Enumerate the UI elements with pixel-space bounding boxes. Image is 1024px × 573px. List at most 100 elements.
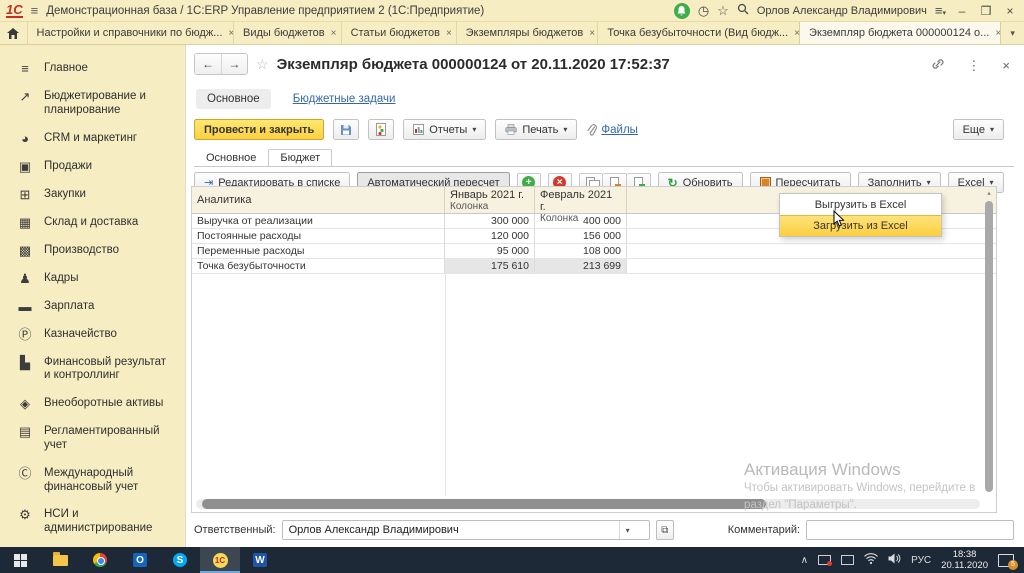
sidebar-item-salary[interactable]: ▬Зарплата: [14, 293, 185, 321]
subtab-main[interactable]: Основное: [194, 149, 268, 167]
menu-item-export-excel[interactable]: Выгрузить в Excel: [780, 194, 941, 215]
minimize-button[interactable]: –: [954, 4, 970, 18]
excel-dropdown-menu: Выгрузить в Excel Загрузить из Excel: [779, 193, 942, 237]
sidebar-item-main[interactable]: ≡Главное: [14, 55, 185, 83]
outlook-button[interactable]: O: [120, 547, 160, 573]
paperclip-icon: [586, 124, 597, 136]
caret-down-icon: ▾: [563, 125, 567, 134]
skype-button[interactable]: S: [160, 547, 200, 573]
print-button[interactable]: Печать▾: [495, 119, 577, 140]
file-explorer-button[interactable]: [40, 547, 80, 573]
1c-app-button[interactable]: 1С: [200, 547, 240, 573]
post-document-button[interactable]: [368, 119, 394, 140]
post-and-close-button[interactable]: Провести и закрыть: [194, 119, 324, 140]
sidebar-item-crm[interactable]: ◕CRM и маркетинг: [14, 125, 185, 153]
main-menu-icon[interactable]: ≡: [31, 3, 39, 18]
open-windows-tabbar: Настройки и справочники по бюдж...× Виды…: [0, 22, 1024, 45]
reports-button[interactable]: Отчеты▾: [403, 119, 486, 140]
table-row[interactable]: Переменные расходы 95 000 108 000: [192, 244, 996, 259]
comment-input[interactable]: [807, 521, 1011, 539]
sidebar-item-ifrs[interactable]: ⒸМеждународный финансовый учет: [14, 460, 185, 502]
comment-field: [806, 520, 1014, 540]
sidebar-item-sales[interactable]: ▣Продажи: [14, 153, 185, 181]
window-title: Демонстрационная база / 1С:ERP Управлени…: [46, 5, 484, 17]
back-button[interactable]: ←: [195, 54, 221, 74]
volume-icon[interactable]: [888, 553, 901, 567]
settings-gear-icon: ⚙: [16, 508, 34, 522]
document-title: Экземпляр бюджета 000000124 от 20.11.202…: [277, 56, 670, 73]
action-center-icon[interactable]: 5: [998, 554, 1014, 567]
column-header-analytics[interactable]: Аналитика: [192, 187, 445, 213]
tab-budget-types[interactable]: Виды бюджетов×: [233, 22, 341, 44]
responsible-dropdown-icon[interactable]: ▾: [619, 521, 636, 539]
current-user[interactable]: Орлов Александр Владимирович: [757, 5, 927, 17]
more-button[interactable]: Еще▾: [953, 119, 1004, 140]
tab-budget-settings[interactable]: Настройки и справочники по бюдж...×: [27, 22, 233, 44]
start-button[interactable]: [0, 547, 40, 573]
close-tab-icon[interactable]: ×: [589, 28, 595, 39]
open-responsible-button[interactable]: ⧉: [656, 520, 674, 540]
menu-item-import-excel[interactable]: Загрузить из Excel: [780, 215, 941, 236]
home-icon[interactable]: [0, 22, 27, 44]
vertical-scroll-thumb[interactable]: [985, 201, 993, 492]
wifi-icon[interactable]: [864, 553, 878, 567]
responsible-combo: ▾: [282, 520, 650, 540]
favorite-star-icon[interactable]: ☆: [256, 56, 269, 73]
sidebar-item-assets[interactable]: ◈Внеоборотные активы: [14, 390, 185, 418]
tab-budget-instance-124[interactable]: Экземпляр бюджета 000000124 о...×: [799, 22, 1001, 44]
tray-app-icon[interactable]: [818, 555, 831, 565]
vertical-scrollbar[interactable]: ▴: [984, 189, 994, 496]
windows-logo-icon: [14, 554, 27, 567]
sidebar-item-purchases[interactable]: ⊞Закупки: [14, 181, 185, 209]
sidebar-item-hr[interactable]: ♟Кадры: [14, 265, 185, 293]
finresult-icon: ▙: [16, 356, 34, 370]
subtab-budget[interactable]: Бюджет: [268, 149, 332, 167]
sidebar-item-production[interactable]: ▩Производство: [14, 237, 185, 265]
column-header-january[interactable]: Январь 2021 г.Колонка: [445, 187, 535, 213]
get-link-icon[interactable]: [931, 57, 945, 74]
language-indicator[interactable]: РУС: [911, 555, 931, 566]
service-menu-icon[interactable]: ≡▾: [935, 3, 946, 18]
search-icon[interactable]: [737, 3, 749, 18]
salary-icon: ▬: [16, 300, 34, 314]
treasury-icon: Ⓟ: [16, 328, 34, 342]
save-button[interactable]: [333, 119, 359, 140]
files-link[interactable]: Файлы: [586, 124, 638, 136]
horizontal-scrollbar[interactable]: [196, 499, 980, 509]
forward-button[interactable]: →: [221, 54, 247, 74]
nav-main-chip[interactable]: Основное: [196, 89, 271, 109]
sidebar-item-budgeting[interactable]: ↗Бюджетирование и планирование: [14, 83, 185, 125]
close-tab-icon[interactable]: ×: [446, 28, 452, 39]
close-form-icon[interactable]: ×: [1002, 58, 1010, 73]
tab-breakeven-budget-type[interactable]: Точка безубыточности (Вид бюдж...×: [597, 22, 799, 44]
taskbar-clock[interactable]: 18:3820.11.2020: [941, 549, 988, 572]
favorites-star-icon[interactable]: ☆: [717, 3, 729, 19]
table-row-breakeven[interactable]: Точка безубыточности 175 610 213 699: [192, 259, 996, 274]
history-icon[interactable]: ◷: [698, 3, 709, 19]
screen: 1С ≡ Демонстрационная база / 1С:ERP Упра…: [0, 0, 1024, 573]
horizontal-scroll-thumb[interactable]: [202, 499, 766, 509]
tray-display-icon[interactable]: [841, 555, 854, 565]
notifications-bell-icon[interactable]: [674, 3, 690, 19]
sidebar-item-treasury[interactable]: ⓅКазначейство: [14, 321, 185, 349]
close-window-button[interactable]: ×: [1002, 4, 1018, 18]
tab-budget-instances[interactable]: Экземпляры бюджетов×: [456, 22, 598, 44]
responsible-input[interactable]: [283, 521, 619, 539]
tab-overflow-icon[interactable]: ▾: [1001, 22, 1024, 44]
sidebar-item-nsi-admin[interactable]: ⚙НСИ и администрирование: [14, 501, 185, 543]
responsible-label: Ответственный:: [194, 524, 276, 536]
sidebar-item-finresult[interactable]: ▙Финансовый результат и контроллинг: [14, 349, 185, 391]
tray-expand-icon[interactable]: ∧: [801, 555, 808, 566]
sidebar-item-warehouse[interactable]: ▦Склад и доставка: [14, 209, 185, 237]
word-button[interactable]: W: [240, 547, 280, 573]
sidebar-item-regulated[interactable]: ▤Регламентированный учет: [14, 418, 185, 460]
tab-budget-items[interactable]: Статьи бюджетов×: [341, 22, 456, 44]
column-header-february[interactable]: Февраль 2021 г.Колонка: [535, 187, 627, 213]
close-tab-icon[interactable]: ×: [331, 28, 337, 39]
scroll-up-icon[interactable]: ▴: [984, 189, 994, 199]
nav-budget-tasks-link[interactable]: Бюджетные задачи: [293, 93, 396, 105]
restore-button[interactable]: ❒: [978, 4, 994, 18]
more-menu-icon[interactable]: ⋮: [967, 58, 980, 74]
chrome-button[interactable]: [80, 547, 120, 573]
budgeting-icon: ↗: [16, 90, 34, 104]
